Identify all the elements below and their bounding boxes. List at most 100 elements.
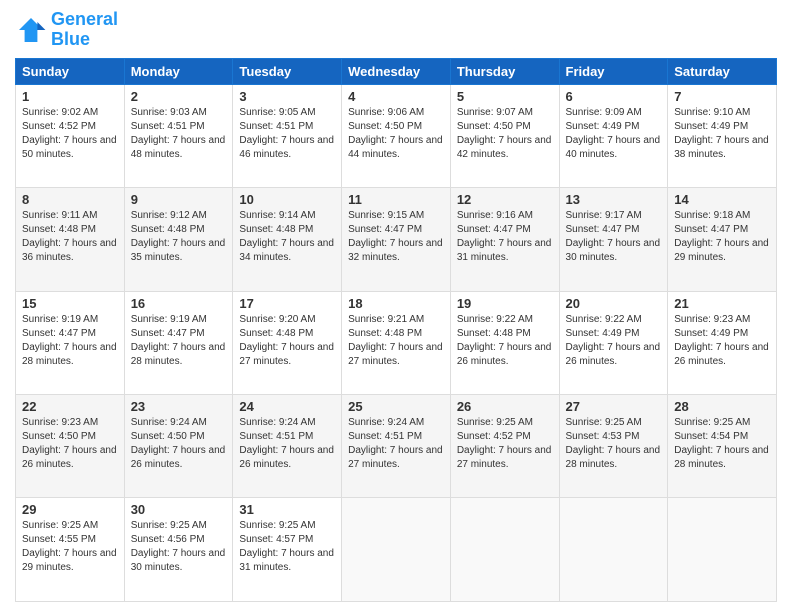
day-info: Sunrise: 9:25 AM Sunset: 4:52 PM Dayligh… [457, 416, 553, 472]
day-number: 18 [348, 296, 444, 311]
calendar-cell: 21 Sunrise: 9:23 AM Sunset: 4:49 PM Dayl… [668, 291, 777, 394]
day-info: Sunrise: 9:23 AM Sunset: 4:50 PM Dayligh… [22, 416, 118, 472]
calendar-week-2: 8 Sunrise: 9:11 AM Sunset: 4:48 PM Dayli… [16, 188, 777, 291]
header: General Blue [15, 10, 777, 50]
day-info: Sunrise: 9:23 AM Sunset: 4:49 PM Dayligh… [674, 313, 770, 369]
logo-icon [15, 14, 47, 46]
day-info: Sunrise: 9:16 AM Sunset: 4:47 PM Dayligh… [457, 209, 553, 265]
calendar-cell: 25 Sunrise: 9:24 AM Sunset: 4:51 PM Dayl… [342, 395, 451, 498]
calendar-table: SundayMondayTuesdayWednesdayThursdayFrid… [15, 58, 777, 602]
calendar-cell: 17 Sunrise: 9:20 AM Sunset: 4:48 PM Dayl… [233, 291, 342, 394]
calendar-cell [342, 498, 451, 602]
day-info: Sunrise: 9:25 AM Sunset: 4:57 PM Dayligh… [239, 519, 335, 575]
day-info: Sunrise: 9:06 AM Sunset: 4:50 PM Dayligh… [348, 106, 444, 162]
calendar-cell: 31 Sunrise: 9:25 AM Sunset: 4:57 PM Dayl… [233, 498, 342, 602]
day-info: Sunrise: 9:18 AM Sunset: 4:47 PM Dayligh… [674, 209, 770, 265]
calendar-cell: 26 Sunrise: 9:25 AM Sunset: 4:52 PM Dayl… [450, 395, 559, 498]
calendar-week-4: 22 Sunrise: 9:23 AM Sunset: 4:50 PM Dayl… [16, 395, 777, 498]
day-number: 26 [457, 399, 553, 414]
day-info: Sunrise: 9:19 AM Sunset: 4:47 PM Dayligh… [22, 313, 118, 369]
day-number: 23 [131, 399, 227, 414]
day-info: Sunrise: 9:17 AM Sunset: 4:47 PM Dayligh… [566, 209, 662, 265]
day-info: Sunrise: 9:10 AM Sunset: 4:49 PM Dayligh… [674, 106, 770, 162]
day-info: Sunrise: 9:03 AM Sunset: 4:51 PM Dayligh… [131, 106, 227, 162]
day-info: Sunrise: 9:25 AM Sunset: 4:56 PM Dayligh… [131, 519, 227, 575]
calendar-cell: 19 Sunrise: 9:22 AM Sunset: 4:48 PM Dayl… [450, 291, 559, 394]
day-number: 11 [348, 192, 444, 207]
calendar-header-thursday: Thursday [450, 58, 559, 84]
calendar-cell: 4 Sunrise: 9:06 AM Sunset: 4:50 PM Dayli… [342, 84, 451, 187]
day-number: 15 [22, 296, 118, 311]
day-info: Sunrise: 9:24 AM Sunset: 4:50 PM Dayligh… [131, 416, 227, 472]
day-number: 24 [239, 399, 335, 414]
day-number: 8 [22, 192, 118, 207]
page: General Blue SundayMondayTuesdayWednesda… [0, 0, 792, 612]
day-number: 22 [22, 399, 118, 414]
calendar-cell: 15 Sunrise: 9:19 AM Sunset: 4:47 PM Dayl… [16, 291, 125, 394]
day-info: Sunrise: 9:19 AM Sunset: 4:47 PM Dayligh… [131, 313, 227, 369]
day-info: Sunrise: 9:25 AM Sunset: 4:54 PM Dayligh… [674, 416, 770, 472]
day-number: 13 [566, 192, 662, 207]
calendar-cell: 27 Sunrise: 9:25 AM Sunset: 4:53 PM Dayl… [559, 395, 668, 498]
calendar-header-friday: Friday [559, 58, 668, 84]
day-number: 6 [566, 89, 662, 104]
calendar-cell: 5 Sunrise: 9:07 AM Sunset: 4:50 PM Dayli… [450, 84, 559, 187]
calendar-cell: 24 Sunrise: 9:24 AM Sunset: 4:51 PM Dayl… [233, 395, 342, 498]
calendar-cell: 8 Sunrise: 9:11 AM Sunset: 4:48 PM Dayli… [16, 188, 125, 291]
day-number: 16 [131, 296, 227, 311]
day-info: Sunrise: 9:22 AM Sunset: 4:49 PM Dayligh… [566, 313, 662, 369]
day-info: Sunrise: 9:22 AM Sunset: 4:48 PM Dayligh… [457, 313, 553, 369]
calendar-cell: 29 Sunrise: 9:25 AM Sunset: 4:55 PM Dayl… [16, 498, 125, 602]
day-info: Sunrise: 9:09 AM Sunset: 4:49 PM Dayligh… [566, 106, 662, 162]
calendar-cell: 7 Sunrise: 9:10 AM Sunset: 4:49 PM Dayli… [668, 84, 777, 187]
calendar-header-saturday: Saturday [668, 58, 777, 84]
calendar-cell: 10 Sunrise: 9:14 AM Sunset: 4:48 PM Dayl… [233, 188, 342, 291]
calendar-cell: 30 Sunrise: 9:25 AM Sunset: 4:56 PM Dayl… [124, 498, 233, 602]
day-number: 1 [22, 89, 118, 104]
day-number: 2 [131, 89, 227, 104]
day-info: Sunrise: 9:11 AM Sunset: 4:48 PM Dayligh… [22, 209, 118, 265]
calendar-cell [559, 498, 668, 602]
calendar-cell: 12 Sunrise: 9:16 AM Sunset: 4:47 PM Dayl… [450, 188, 559, 291]
calendar-cell: 2 Sunrise: 9:03 AM Sunset: 4:51 PM Dayli… [124, 84, 233, 187]
day-info: Sunrise: 9:02 AM Sunset: 4:52 PM Dayligh… [22, 106, 118, 162]
day-number: 7 [674, 89, 770, 104]
calendar-cell: 20 Sunrise: 9:22 AM Sunset: 4:49 PM Dayl… [559, 291, 668, 394]
day-number: 5 [457, 89, 553, 104]
calendar-cell: 14 Sunrise: 9:18 AM Sunset: 4:47 PM Dayl… [668, 188, 777, 291]
day-number: 12 [457, 192, 553, 207]
calendar-cell: 1 Sunrise: 9:02 AM Sunset: 4:52 PM Dayli… [16, 84, 125, 187]
calendar-cell: 3 Sunrise: 9:05 AM Sunset: 4:51 PM Dayli… [233, 84, 342, 187]
day-info: Sunrise: 9:24 AM Sunset: 4:51 PM Dayligh… [239, 416, 335, 472]
day-number: 20 [566, 296, 662, 311]
calendar-week-3: 15 Sunrise: 9:19 AM Sunset: 4:47 PM Dayl… [16, 291, 777, 394]
calendar-cell: 13 Sunrise: 9:17 AM Sunset: 4:47 PM Dayl… [559, 188, 668, 291]
calendar-header-wednesday: Wednesday [342, 58, 451, 84]
calendar-week-1: 1 Sunrise: 9:02 AM Sunset: 4:52 PM Dayli… [16, 84, 777, 187]
day-number: 10 [239, 192, 335, 207]
day-info: Sunrise: 9:20 AM Sunset: 4:48 PM Dayligh… [239, 313, 335, 369]
day-number: 27 [566, 399, 662, 414]
day-number: 21 [674, 296, 770, 311]
day-number: 14 [674, 192, 770, 207]
day-info: Sunrise: 9:14 AM Sunset: 4:48 PM Dayligh… [239, 209, 335, 265]
calendar-header-monday: Monday [124, 58, 233, 84]
day-info: Sunrise: 9:15 AM Sunset: 4:47 PM Dayligh… [348, 209, 444, 265]
day-info: Sunrise: 9:21 AM Sunset: 4:48 PM Dayligh… [348, 313, 444, 369]
calendar-header-tuesday: Tuesday [233, 58, 342, 84]
calendar-cell: 6 Sunrise: 9:09 AM Sunset: 4:49 PM Dayli… [559, 84, 668, 187]
calendar-cell: 18 Sunrise: 9:21 AM Sunset: 4:48 PM Dayl… [342, 291, 451, 394]
day-number: 3 [239, 89, 335, 104]
day-number: 28 [674, 399, 770, 414]
calendar-header-sunday: Sunday [16, 58, 125, 84]
calendar-cell: 16 Sunrise: 9:19 AM Sunset: 4:47 PM Dayl… [124, 291, 233, 394]
day-number: 4 [348, 89, 444, 104]
day-number: 19 [457, 296, 553, 311]
calendar-cell: 11 Sunrise: 9:15 AM Sunset: 4:47 PM Dayl… [342, 188, 451, 291]
day-info: Sunrise: 9:12 AM Sunset: 4:48 PM Dayligh… [131, 209, 227, 265]
day-info: Sunrise: 9:07 AM Sunset: 4:50 PM Dayligh… [457, 106, 553, 162]
calendar-cell [668, 498, 777, 602]
day-info: Sunrise: 9:24 AM Sunset: 4:51 PM Dayligh… [348, 416, 444, 472]
day-info: Sunrise: 9:25 AM Sunset: 4:55 PM Dayligh… [22, 519, 118, 575]
day-info: Sunrise: 9:25 AM Sunset: 4:53 PM Dayligh… [566, 416, 662, 472]
